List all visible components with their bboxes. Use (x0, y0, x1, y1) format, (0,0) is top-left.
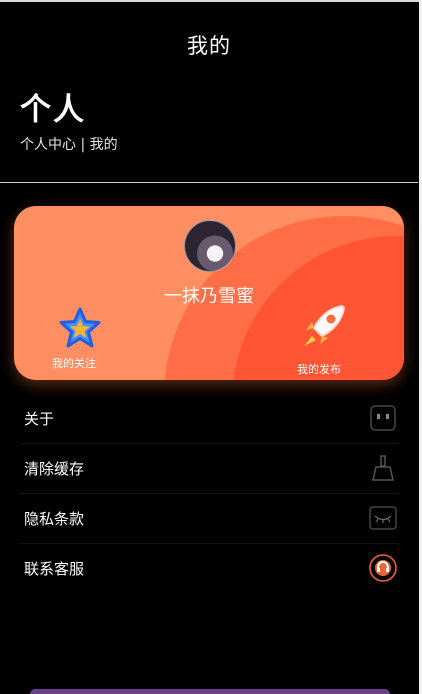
page-title: 我的 (187, 34, 231, 58)
section-divider (0, 182, 418, 183)
menu-item-privacy[interactable]: 隐私条款 (20, 493, 398, 544)
menu-item-clear-cache[interactable]: 清除缓存 (20, 443, 398, 494)
robot-icon (370, 405, 396, 431)
menu-item-label: 隐私条款 (24, 510, 85, 528)
broom-icon (372, 455, 394, 481)
menu-item-about[interactable]: 关于 (20, 393, 398, 444)
top-edge (0, 0, 422, 2)
hero-subtitle: 个人中心 | 我的 (20, 137, 118, 153)
bottom-panel-edge (30, 689, 390, 694)
menu-item-contact-service[interactable]: 联系客服 (20, 543, 398, 593)
my-follow-button[interactable]: 我的关注 (52, 355, 96, 371)
menu-item-label: 清除缓存 (24, 460, 85, 478)
avatar[interactable] (184, 220, 236, 272)
hero-title: 个人 (20, 92, 86, 128)
menu-item-label: 关于 (24, 410, 55, 428)
menu-item-label: 联系客服 (24, 560, 85, 578)
profile-card: 一抹乃雪蜜 我的关注 我的发布 (14, 206, 404, 380)
star-icon[interactable] (58, 306, 102, 350)
closed-eye-icon (369, 506, 397, 530)
rocket-icon[interactable] (300, 302, 348, 354)
my-publish-button[interactable]: 我的发布 (297, 361, 341, 377)
headset-icon (369, 554, 397, 582)
